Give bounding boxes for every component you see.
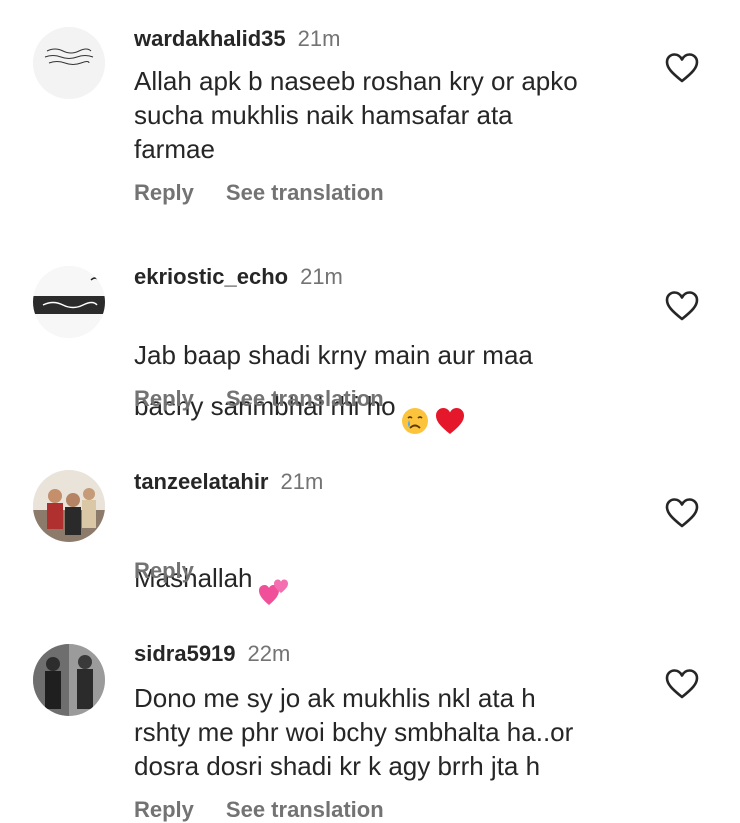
avatar[interactable]: [33, 27, 105, 99]
reply-button[interactable]: Reply: [134, 797, 194, 822]
timestamp: 21m: [300, 264, 343, 289]
username[interactable]: sidra5919 22m: [134, 641, 290, 667]
timestamp: 21m: [297, 26, 341, 51]
red-heart-emoji: [434, 372, 466, 444]
username[interactable]: ekriostic_echo 21m: [134, 264, 343, 290]
comment-text: Dono me sy jo ak mukhlis nkl ata h rshty…: [134, 683, 574, 781]
heart-icon[interactable]: [664, 50, 700, 86]
heart-icon[interactable]: [664, 288, 700, 324]
avatar[interactable]: [33, 266, 105, 338]
heart-icon[interactable]: [664, 495, 700, 531]
comment-text: Allah apk b naseeb roshan kry or apko su…: [134, 66, 578, 164]
reply-button[interactable]: Reply: [134, 180, 194, 205]
see-translation-button[interactable]: See translation: [226, 180, 384, 205]
comment-actions: Reply See translation: [134, 180, 384, 206]
two-hearts-emoji: [257, 543, 291, 617]
comment-text: Mashallah: [134, 509, 634, 617]
comment-actions: Reply See translation: [134, 386, 384, 412]
username[interactable]: tanzeelatahir 21m: [134, 469, 323, 495]
comment-actions: Reply See translation: [134, 797, 384, 823]
heart-icon[interactable]: [664, 666, 700, 702]
timestamp: 22m: [247, 641, 291, 666]
avatar[interactable]: [33, 644, 105, 716]
avatar[interactable]: [33, 470, 105, 542]
username[interactable]: wardakhalid35 21m: [134, 26, 340, 52]
crying-face-emoji: [400, 372, 430, 444]
reply-button[interactable]: Reply: [134, 558, 194, 583]
see-translation-button[interactable]: See translation: [226, 386, 384, 411]
comment-text: Jab baap shadi krny main aur maa bachy s…: [134, 304, 634, 444]
see-translation-button[interactable]: See translation: [226, 797, 384, 822]
comment-actions: Reply: [134, 558, 194, 584]
reply-button[interactable]: Reply: [134, 386, 194, 411]
timestamp: 21m: [280, 469, 324, 494]
